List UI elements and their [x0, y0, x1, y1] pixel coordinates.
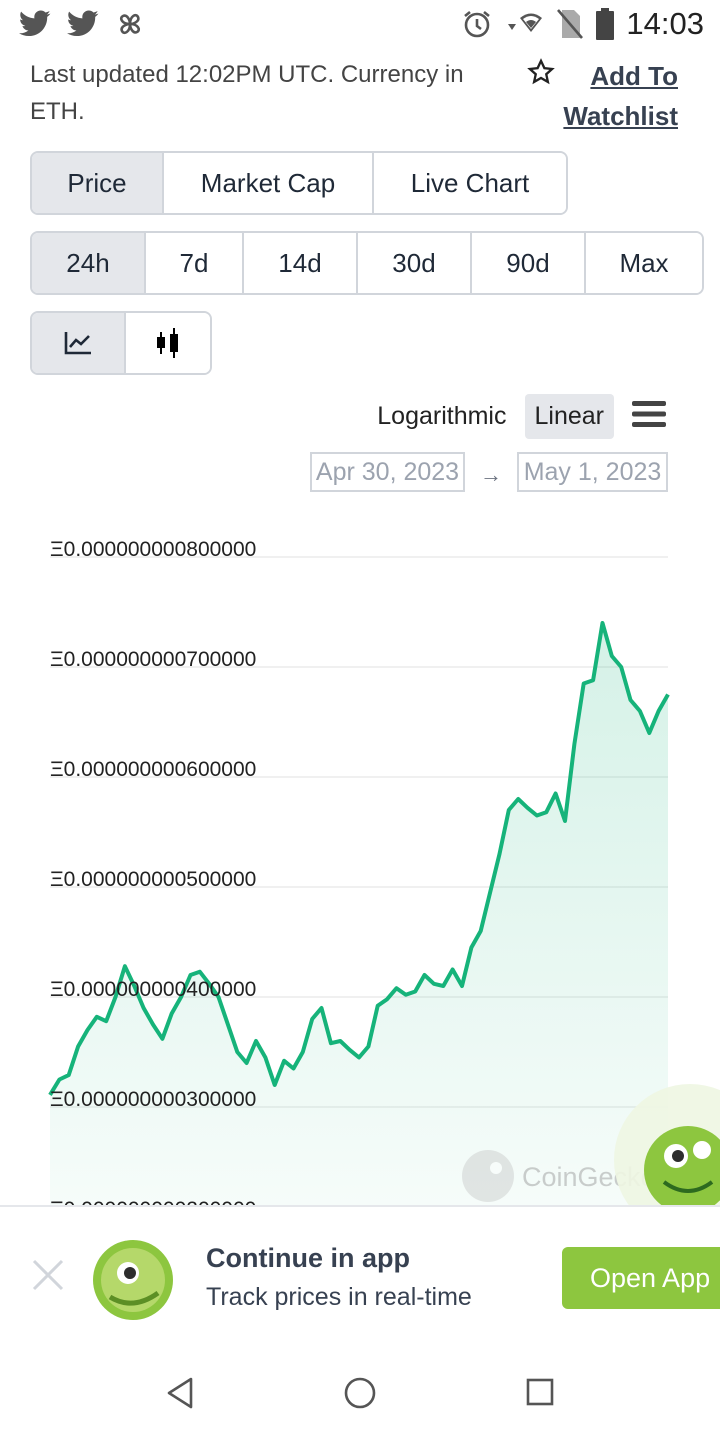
notification-icons: [18, 8, 146, 40]
status-bar: 14:03: [0, 0, 720, 50]
range-24h[interactable]: 24h: [32, 233, 146, 293]
pinwheel-icon: [119, 13, 141, 35]
watchlist-line-2[interactable]: Watchlist: [563, 101, 678, 131]
date-to-input[interactable]: May 1, 2023: [517, 452, 668, 492]
candlestick-button[interactable]: [126, 313, 210, 373]
star-icon: [527, 58, 556, 85]
tab-live-chart[interactable]: Live Chart: [374, 153, 566, 213]
line-chart-button[interactable]: [32, 313, 126, 373]
scale-selector: Logarithmic Linear: [367, 394, 614, 439]
y-tick-label: Ξ0.000000000700000: [50, 648, 256, 671]
data-tabs: Price Market Cap Live Chart: [30, 151, 568, 215]
y-tick-label: Ξ0.000000000600000: [50, 758, 256, 781]
y-tick-label: Ξ0.000000000500000: [50, 868, 256, 891]
system-icons: 14:03: [462, 6, 704, 42]
chart-type-selector: [30, 311, 212, 375]
close-icon[interactable]: [30, 1257, 66, 1293]
date-range-arrow: →: [480, 462, 502, 487]
range-7d[interactable]: 7d: [146, 233, 244, 293]
range-14d[interactable]: 14d: [244, 233, 358, 293]
banner-title: Continue in app: [206, 1243, 410, 1273]
tab-price[interactable]: Price: [32, 153, 164, 213]
back-icon[interactable]: [165, 1376, 195, 1410]
twitter-icon: [18, 10, 51, 37]
recents-icon[interactable]: [526, 1378, 554, 1406]
y-tick-label: Ξ0.000000000800000: [50, 538, 256, 561]
wifi-icon: [508, 13, 543, 32]
candlestick-icon: [157, 328, 178, 358]
banner-subtitle: Track prices in real-time: [206, 1283, 472, 1311]
android-nav-bar: [0, 1345, 720, 1440]
open-app-button[interactable]: Open App: [562, 1247, 720, 1309]
y-tick-label: Ξ0.000000000200000: [50, 1198, 256, 1205]
scale-linear[interactable]: Linear: [524, 394, 614, 439]
add-to-watchlist-link[interactable]: Add To Watchlist: [527, 56, 678, 136]
range-max[interactable]: Max: [586, 233, 702, 293]
home-icon[interactable]: [343, 1376, 377, 1410]
scale-logarithmic[interactable]: Logarithmic: [367, 394, 516, 439]
time-range-selector: 24h 7d 14d 30d 90d Max: [30, 231, 704, 295]
y-axis-ticks: Ξ0.000000000800000 Ξ0.000000000700000 Ξ0.0…: [50, 538, 256, 1205]
date-from-input[interactable]: Apr 30, 2023: [310, 452, 465, 492]
hamburger-menu-icon[interactable]: [632, 400, 666, 428]
range-90d[interactable]: 90d: [472, 233, 586, 293]
price-chart-svg: Ξ0.000000000800000 Ξ0.000000000700000 Ξ0.0…: [48, 538, 720, 1205]
coingecko-logo: [93, 1240, 173, 1320]
price-area: [50, 623, 668, 1205]
range-30d[interactable]: 30d: [358, 233, 472, 293]
price-chart[interactable]: Ξ0.000000000800000 Ξ0.000000000700000 Ξ0.0…: [0, 520, 720, 1205]
twitter-icon: [66, 10, 99, 37]
alarm-icon: [464, 10, 491, 38]
line-chart-icon: [64, 332, 91, 355]
tab-market-cap[interactable]: Market Cap: [164, 153, 374, 213]
battery-icon: [596, 8, 615, 40]
continue-in-app-banner: Continue in app Track prices in real-tim…: [0, 1205, 720, 1347]
clock: 14:03: [626, 6, 704, 41]
last-updated-text: Last updated 12:02PM UTC. Currency in ET…: [30, 61, 464, 125]
no-sim-icon: [557, 9, 584, 39]
y-tick-label: Ξ0.000000000300000: [50, 1088, 256, 1111]
y-tick-label: Ξ0.000000000400000: [50, 978, 256, 1001]
watchlist-line-1[interactable]: Add To: [590, 61, 678, 91]
